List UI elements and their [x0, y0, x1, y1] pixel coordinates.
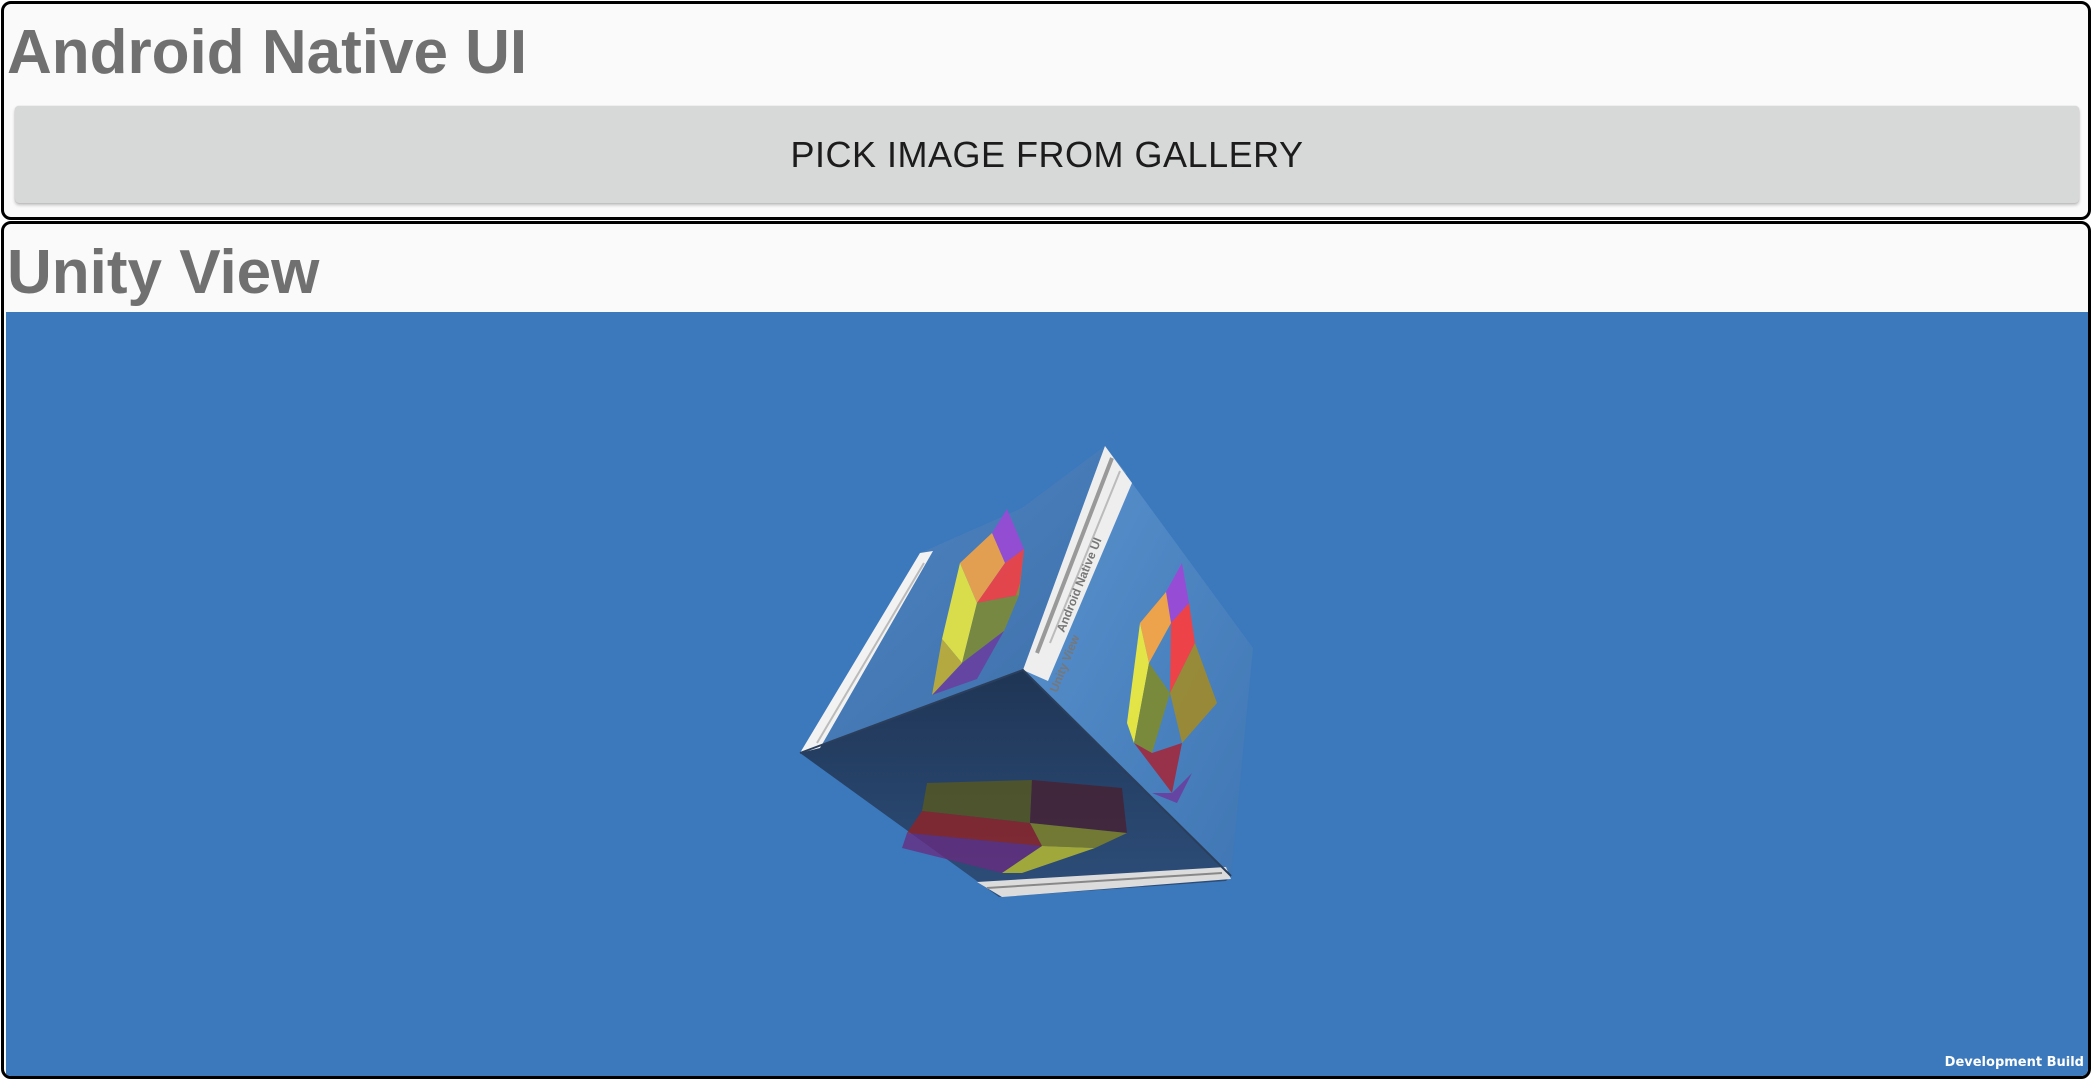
unity-view-panel: Unity View Android Native UI Unity View …	[1, 221, 2091, 1079]
unity-view-title: Unity View	[7, 238, 320, 307]
native-ui-title: Android Native UI	[7, 18, 528, 87]
pick-image-from-gallery-button[interactable]: PICK IMAGE FROM GALLERY	[15, 106, 2079, 203]
cube: Android Native UIUnity View	[799, 446, 1253, 897]
unity-viewport[interactable]: Android Native UI Unity View Development …	[6, 312, 2088, 1076]
rotating-cube-render: Android Native UIUnity View	[799, 446, 1253, 897]
native-ui-panel: Android Native UI PICK IMAGE FROM GALLER…	[1, 1, 2091, 220]
development-build-label: Development Build	[1944, 1055, 2084, 1070]
